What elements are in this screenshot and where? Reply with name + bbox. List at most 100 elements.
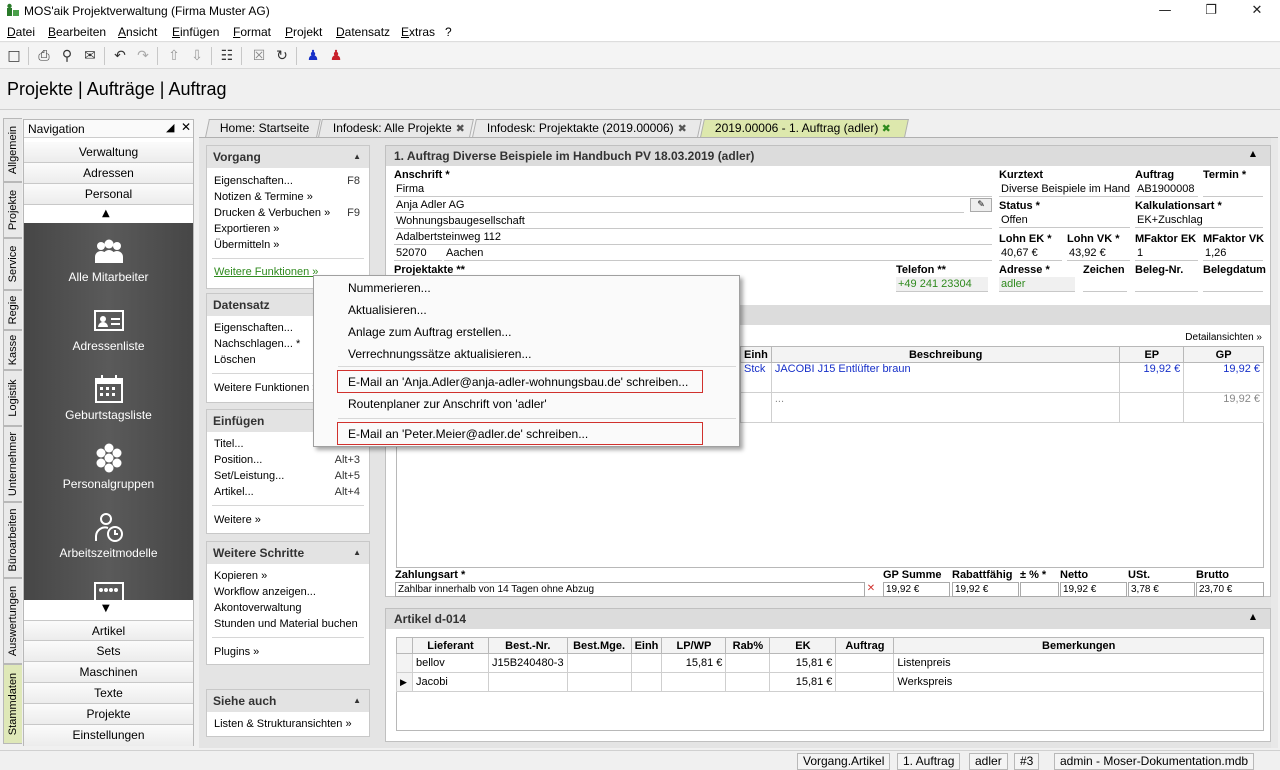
pin-icon[interactable]: ◢ [166, 121, 174, 134]
table-row[interactable]: ▶ Jacobi 15,81 € Werkspreis [396, 672, 1264, 692]
user-red-icon[interactable]: ♟ [327, 47, 345, 65]
brutto-field[interactable]: 23,70 € [1196, 582, 1264, 597]
lohn-vk-field[interactable]: 43,92 € [1067, 246, 1130, 261]
collapse-icon[interactable]: ▲ [1250, 149, 1256, 158]
close-icon[interactable]: ✕ [181, 120, 191, 134]
menu-bearbeiten[interactable]: Bearbeiten [48, 25, 106, 39]
anschrift-line3[interactable]: Wohnungsbaugesellschaft [394, 214, 992, 229]
kalkulationsart-field[interactable]: EK+Zuschlag [1135, 213, 1263, 228]
nav-maschinen[interactable]: Maschinen [24, 662, 193, 683]
nav-arbeitszeitmodelle[interactable]: Arbeitszeitmodelle [24, 499, 193, 568]
section-header-vorgang[interactable]: Vorgang ▲ [207, 146, 369, 168]
nav-sets[interactable]: Sets [24, 641, 193, 662]
tp-ds-loeschen[interactable]: Löschen [214, 354, 256, 366]
tp-ds-eigenschaften[interactable]: Eigenschaften... [214, 322, 293, 334]
nav-einstellungen[interactable]: Einstellungen [24, 725, 193, 746]
menu-help[interactable]: ? [445, 25, 452, 39]
lohn-ek-field[interactable]: 40,67 € [999, 246, 1062, 261]
nav-texte[interactable]: Texte [24, 683, 193, 704]
menu-datei[interactable]: Datei [7, 25, 35, 39]
ctx-email-peter-meier[interactable]: E-Mail an 'Peter.Meier@adler.de' schreib… [348, 427, 588, 441]
table-row[interactable]: ... 19,92 € [740, 392, 1264, 423]
undo-icon[interactable]: ↶ [111, 47, 129, 65]
zeichen-field[interactable] [1083, 277, 1127, 292]
vtab-unternehmer[interactable]: Unternehmer [3, 426, 22, 502]
tp-set-leistung[interactable]: Set/Leistung... [214, 470, 284, 482]
gp-summe-field[interactable]: 19,92 € [883, 582, 950, 597]
menu-projekt[interactable]: Projekt [285, 25, 322, 39]
tp-kopieren[interactable]: Kopieren » [214, 570, 267, 582]
menu-ansicht[interactable]: Ansicht [118, 25, 157, 39]
nav-alle-mitarbeiter[interactable]: Alle Mitarbeiter [24, 223, 193, 292]
close-window-button[interactable]: ✕ [1234, 0, 1280, 22]
nav-personal[interactable]: Personal [24, 184, 193, 205]
auftrag-field[interactable]: AB1900008 [1135, 182, 1198, 197]
rabattfaehig-field[interactable]: 19,92 € [952, 582, 1019, 597]
close-tab-icon[interactable]: ✖ [455, 121, 464, 138]
tp-workflow[interactable]: Workflow anzeigen... [214, 586, 316, 598]
vtab-service[interactable]: Service [3, 238, 22, 290]
termin-field[interactable] [1203, 182, 1263, 197]
arrow-up-icon[interactable]: ⇧ [165, 47, 183, 65]
tp-titel[interactable]: Titel... [214, 438, 244, 450]
collapse-icon[interactable]: ▲ [353, 690, 361, 712]
anschrift-line2[interactable]: Anja Adler AG [394, 198, 964, 213]
collapse-icon[interactable]: ▲ [353, 542, 361, 564]
ctx-verrechnungssaetze[interactable]: Verrechnungssätze aktualisieren... [348, 347, 531, 361]
tp-artikel[interactable]: Artikel... [214, 486, 254, 498]
arrow-down-icon[interactable]: ⇩ [188, 47, 206, 65]
search-document-icon[interactable]: ☷ [218, 47, 236, 65]
tp-position[interactable]: Position... [214, 454, 262, 466]
nav-geburtstagsliste[interactable]: Geburtstagsliste [24, 361, 193, 430]
telefon-field[interactable]: +49 241 23304 [896, 277, 988, 292]
tp-plugins[interactable]: Plugins » [214, 646, 259, 658]
vtab-projekte[interactable]: Projekte [3, 182, 22, 238]
tp-eigenschaften[interactable]: Eigenschaften... [214, 175, 293, 187]
ctx-nummerieren[interactable]: Nummerieren... [348, 281, 431, 295]
ctx-email-anja-adler[interactable]: E-Mail an 'Anja.Adler@anja-adler-wohnung… [348, 375, 688, 389]
tp-ds-weitere-funktionen[interactable]: Weitere Funktionen » [214, 382, 318, 394]
tp-uebermitteln[interactable]: Übermitteln » [214, 239, 279, 251]
nav-adressen[interactable]: Adressen [24, 163, 193, 184]
tp-akontoverwaltung[interactable]: Akontoverwaltung [214, 602, 301, 614]
beleg-nr-field[interactable] [1135, 277, 1198, 292]
anschrift-line4[interactable]: Adalbertsteinweg 112 [394, 230, 992, 245]
adresse-field[interactable]: adler [999, 277, 1075, 292]
tab-projektakte[interactable]: Infodesk: Projektakte (2019.00006) ✖ [472, 119, 702, 137]
vertical-scrollbar[interactable] [1271, 138, 1278, 748]
netto-field[interactable]: 19,92 € [1060, 582, 1127, 597]
clear-icon[interactable]: ✕ [864, 583, 878, 597]
vtab-allgemein[interactable]: Allgemein [3, 118, 22, 182]
table-row[interactable]: bellov J15B240480-3 15,81 € 15,81 € List… [396, 653, 1264, 673]
vtab-stammdaten[interactable]: Stammdaten [3, 664, 22, 744]
menu-extras[interactable]: Extras [401, 25, 435, 39]
tp-exportieren[interactable]: Exportieren » [214, 223, 279, 235]
collapse-icon[interactable]: ▲ [1250, 612, 1256, 621]
close-tab-icon[interactable]: ✖ [677, 121, 686, 138]
belegdatum-field[interactable] [1203, 277, 1263, 292]
maximize-button[interactable]: ❐ [1188, 0, 1234, 22]
menu-einfuegen[interactable]: Einfügen [172, 25, 219, 39]
menu-datensatz[interactable]: Datensatz [336, 25, 390, 39]
vtab-logistik[interactable]: Logistik [3, 370, 22, 426]
mail-icon[interactable]: ✉ [81, 47, 99, 65]
ust-field[interactable]: 3,78 € [1128, 582, 1195, 597]
tp-listen-strukturansichten[interactable]: Listen & Strukturansichten » [214, 718, 352, 730]
tab-alle-projekte[interactable]: Infodesk: Alle Projekte ✖ [318, 119, 474, 137]
tp-stunden-material[interactable]: Stunden und Material buchen [214, 618, 358, 630]
scroll-up-icon[interactable]: ▲ [102, 208, 110, 219]
tp-weitere-funktionen-link[interactable]: Weitere Funktionen » [214, 266, 318, 278]
status-field[interactable]: Offen [999, 213, 1130, 228]
mfaktor-vk-field[interactable]: 1,26 [1203, 246, 1263, 261]
ctx-routenplaner[interactable]: Routenplaner zur Anschrift von 'adler' [348, 397, 547, 411]
print-icon[interactable]: ⎙ [35, 47, 53, 65]
nav-projekte[interactable]: Projekte [24, 704, 193, 725]
anschrift-line1[interactable]: Firma [394, 182, 992, 197]
tp-ds-nachschlagen[interactable]: Nachschlagen... [214, 338, 293, 350]
scroll-down-icon[interactable]: ▼ [102, 603, 110, 614]
vtab-kasse[interactable]: Kasse [3, 330, 22, 370]
kurztext-field[interactable]: Diverse Beispiele im Handb [999, 182, 1130, 197]
plz-field[interactable]: 52070 [394, 246, 442, 261]
detailansichten-link[interactable]: Detailansichten » [1185, 332, 1262, 343]
ctx-anlage-erstellen[interactable]: Anlage zum Auftrag erstellen... [348, 325, 511, 339]
